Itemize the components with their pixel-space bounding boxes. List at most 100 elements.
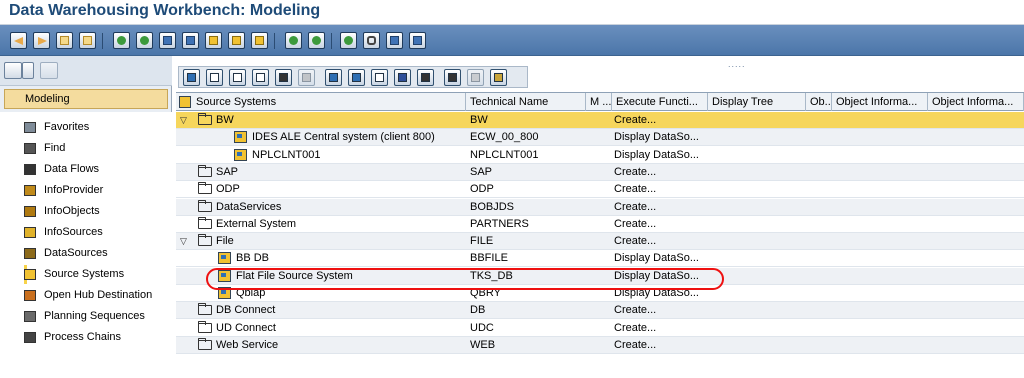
nav-item-label: Source Systems xyxy=(44,268,125,280)
execute-function-link[interactable]: Display DataSo... xyxy=(614,250,724,267)
checklist-icon-glyph xyxy=(255,36,264,45)
folder-icon xyxy=(198,199,212,212)
activate-icon[interactable] xyxy=(228,32,245,49)
view-options-button[interactable] xyxy=(4,62,22,79)
tree-row[interactable]: Web Service WEB Create... xyxy=(176,336,1024,354)
display-icon[interactable] xyxy=(386,32,403,49)
folder-icon xyxy=(198,182,212,195)
table-icon-glyph xyxy=(344,36,353,45)
openhub-icon xyxy=(24,290,36,301)
execute-function-link[interactable]: Create... xyxy=(614,302,724,319)
source-system-name: NPLCLNT001 xyxy=(252,148,321,161)
settings-icon-glyph xyxy=(494,73,503,82)
tree-row[interactable]: DB Connect DB Create... xyxy=(176,302,1024,320)
column-header-2[interactable]: M ... xyxy=(586,93,612,111)
back-icon[interactable] xyxy=(10,32,27,49)
tree-row[interactable]: SAP SAP Create... xyxy=(176,163,1024,181)
column-header-3[interactable]: Execute Functi... xyxy=(612,93,708,111)
display-icon-glyph xyxy=(390,36,399,45)
tree-row[interactable]: NPLCLNT001 NPLCLNT001 Display DataSo... xyxy=(176,147,1024,164)
expand-toggle-icon[interactable]: ▽ xyxy=(180,236,187,247)
execute-function-link[interactable]: Create... xyxy=(614,164,724,181)
tree-row[interactable]: IDES ALE Central system (client 800) ECW_… xyxy=(176,129,1024,147)
modeling-section-header[interactable]: Modeling xyxy=(4,89,168,109)
export-icon[interactable] xyxy=(325,69,342,86)
tree-row[interactable]: BB DB BBFILE Display DataSo... xyxy=(176,250,1024,268)
technical-name: BBFILE xyxy=(470,252,508,265)
layout-icon[interactable] xyxy=(348,69,365,86)
source-system-name: DataServices xyxy=(216,200,282,213)
application-toolbar xyxy=(0,25,1024,56)
hierarchy-icon[interactable] xyxy=(371,69,388,86)
nav-item-label: Favorites xyxy=(44,121,90,133)
transport-icon[interactable] xyxy=(182,32,199,49)
column-header-0[interactable]: Source Systems xyxy=(176,93,466,111)
find-icon[interactable] xyxy=(275,69,292,86)
column-header-4[interactable]: Display Tree xyxy=(708,93,806,111)
refresh-icon[interactable] xyxy=(183,69,200,86)
chain-icon-glyph xyxy=(367,36,376,45)
monitor-icon-glyph xyxy=(209,36,218,45)
technical-name: UDC xyxy=(470,321,494,334)
source-system-icon xyxy=(234,148,247,161)
infoprovider-icon xyxy=(24,185,36,196)
wand-icon[interactable] xyxy=(285,32,302,49)
execute-function-link[interactable]: Create... xyxy=(614,216,724,233)
dropdown-icon[interactable] xyxy=(22,62,34,79)
find-next-icon[interactable] xyxy=(298,69,315,86)
tree-row[interactable]: ▽ BW BW Create... xyxy=(176,112,1024,129)
execute-function-link[interactable]: Create... xyxy=(614,337,724,354)
doc-icon[interactable] xyxy=(409,32,426,49)
tree-row[interactable]: ▽ File FILE Create... xyxy=(176,233,1024,251)
object-icon[interactable] xyxy=(159,32,176,49)
folder-icon xyxy=(198,303,212,316)
checklist-icon[interactable] xyxy=(251,32,268,49)
monitor-icon[interactable] xyxy=(205,32,222,49)
expand-icon[interactable] xyxy=(229,69,246,86)
connect-icon[interactable] xyxy=(113,32,130,49)
forward-icon[interactable] xyxy=(33,32,50,49)
collapse-icon[interactable] xyxy=(252,69,269,86)
expand-toggle-icon[interactable]: ▽ xyxy=(180,115,187,126)
table-icon[interactable] xyxy=(340,32,357,49)
execute-function-link[interactable]: Create... xyxy=(614,181,724,198)
settings-icon[interactable] xyxy=(490,69,507,86)
execute-function-link[interactable]: Create... xyxy=(614,199,724,216)
data-icon[interactable] xyxy=(136,32,153,49)
tree-row[interactable]: External System PARTNERS Create... xyxy=(176,216,1024,233)
folder-icon xyxy=(198,113,212,125)
info-icon[interactable] xyxy=(394,69,411,86)
splitter-handle[interactable]: ..... xyxy=(728,59,746,69)
execute-function-link[interactable]: Create... xyxy=(614,320,724,337)
tree-icon[interactable] xyxy=(79,32,96,49)
source-system-icon xyxy=(24,269,36,280)
column-header-1[interactable]: Technical Name xyxy=(466,93,586,111)
close-pane-button[interactable] xyxy=(40,62,58,79)
nav-item-label: InfoSources xyxy=(44,226,103,238)
toolbar-separator xyxy=(102,33,103,49)
tree-row[interactable]: UD Connect UDC Create... xyxy=(176,320,1024,337)
jump-icon[interactable] xyxy=(417,69,434,86)
execute-function-link[interactable]: Create... xyxy=(614,112,724,129)
red-annotation-highlight xyxy=(206,268,724,290)
chain-icon[interactable] xyxy=(363,32,380,49)
execute-function-link[interactable]: Display DataSo... xyxy=(614,129,724,146)
nav-item-source-systems[interactable]: Source Systems xyxy=(24,265,124,284)
delete-icon[interactable] xyxy=(467,69,484,86)
info-icon-glyph xyxy=(398,73,407,82)
column-header-6[interactable]: Object Informa... xyxy=(832,93,928,111)
tree-row[interactable]: DataServices BOBJDS Create... xyxy=(176,198,1024,216)
column-header-5[interactable]: Ob... xyxy=(806,93,832,111)
technical-name: WEB xyxy=(470,338,496,351)
nav-item-label: DataSources xyxy=(44,247,108,259)
left-panel-toolbar xyxy=(0,56,172,86)
column-header-7[interactable]: Object Informa... xyxy=(928,93,1024,111)
execute-function-link[interactable]: Display DataSo... xyxy=(614,147,724,164)
refresh-icon-glyph xyxy=(187,73,196,82)
execute-function-link[interactable]: Create... xyxy=(614,233,724,250)
print-icon[interactable] xyxy=(444,69,461,86)
tree-row[interactable]: ODP ODP Create... xyxy=(176,181,1024,199)
graphic-icon[interactable] xyxy=(308,32,325,49)
details-icon[interactable] xyxy=(206,69,223,86)
window-icon[interactable] xyxy=(56,32,73,49)
